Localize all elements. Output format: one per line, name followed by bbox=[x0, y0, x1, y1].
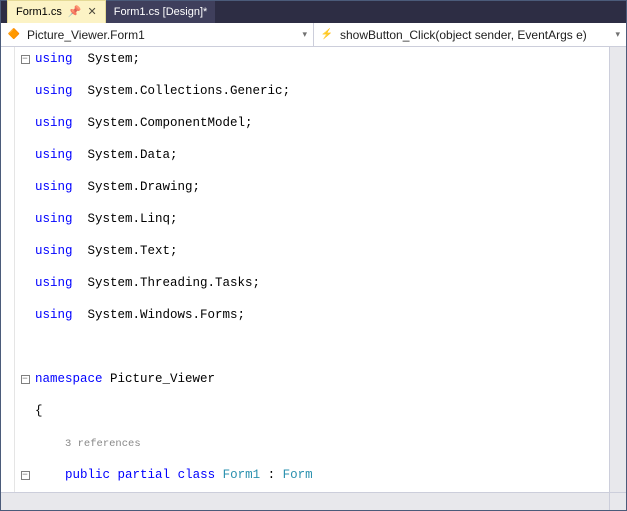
tab-label: Form1.cs bbox=[16, 6, 62, 18]
chevron-down-icon: ▾ bbox=[615, 29, 620, 40]
nav-scope-dropdown[interactable]: 🔶 Picture_Viewer.Form1 ▾ bbox=[1, 23, 314, 46]
codelens-references[interactable]: 3 references bbox=[65, 438, 141, 450]
editor-window: Form1.cs 📌 ✕ Form1.cs [Design]* 🔶 Pictur… bbox=[0, 0, 627, 511]
nav-member-label: showButton_Click(object sender, EventArg… bbox=[340, 28, 587, 42]
nav-bar: 🔶 Picture_Viewer.Form1 ▾ ⚡ showButton_Cl… bbox=[1, 23, 626, 47]
tab-bar: Form1.cs 📌 ✕ Form1.cs [Design]* bbox=[1, 1, 626, 23]
nav-scope-label: Picture_Viewer.Form1 bbox=[27, 28, 145, 42]
code-editor[interactable]: −using System; using System.Collections.… bbox=[1, 47, 626, 492]
close-icon[interactable]: ✕ bbox=[88, 7, 97, 18]
nav-member-dropdown[interactable]: ⚡ showButton_Click(object sender, EventA… bbox=[314, 23, 626, 46]
margin-indicator bbox=[1, 47, 15, 492]
pin-icon[interactable]: 📌 bbox=[68, 7, 82, 18]
class-icon: 🔶 bbox=[7, 28, 21, 42]
tab-form1-design[interactable]: Form1.cs [Design]* bbox=[106, 1, 216, 23]
tab-label: Form1.cs [Design]* bbox=[114, 6, 208, 18]
tab-form1-cs[interactable]: Form1.cs 📌 ✕ bbox=[7, 0, 106, 23]
vertical-scrollbar[interactable] bbox=[609, 47, 626, 492]
horizontal-scrollbar[interactable] bbox=[1, 492, 626, 510]
method-icon: ⚡ bbox=[320, 28, 334, 42]
code-area[interactable]: −using System; using System.Collections.… bbox=[15, 47, 609, 492]
chevron-down-icon: ▾ bbox=[302, 29, 307, 40]
